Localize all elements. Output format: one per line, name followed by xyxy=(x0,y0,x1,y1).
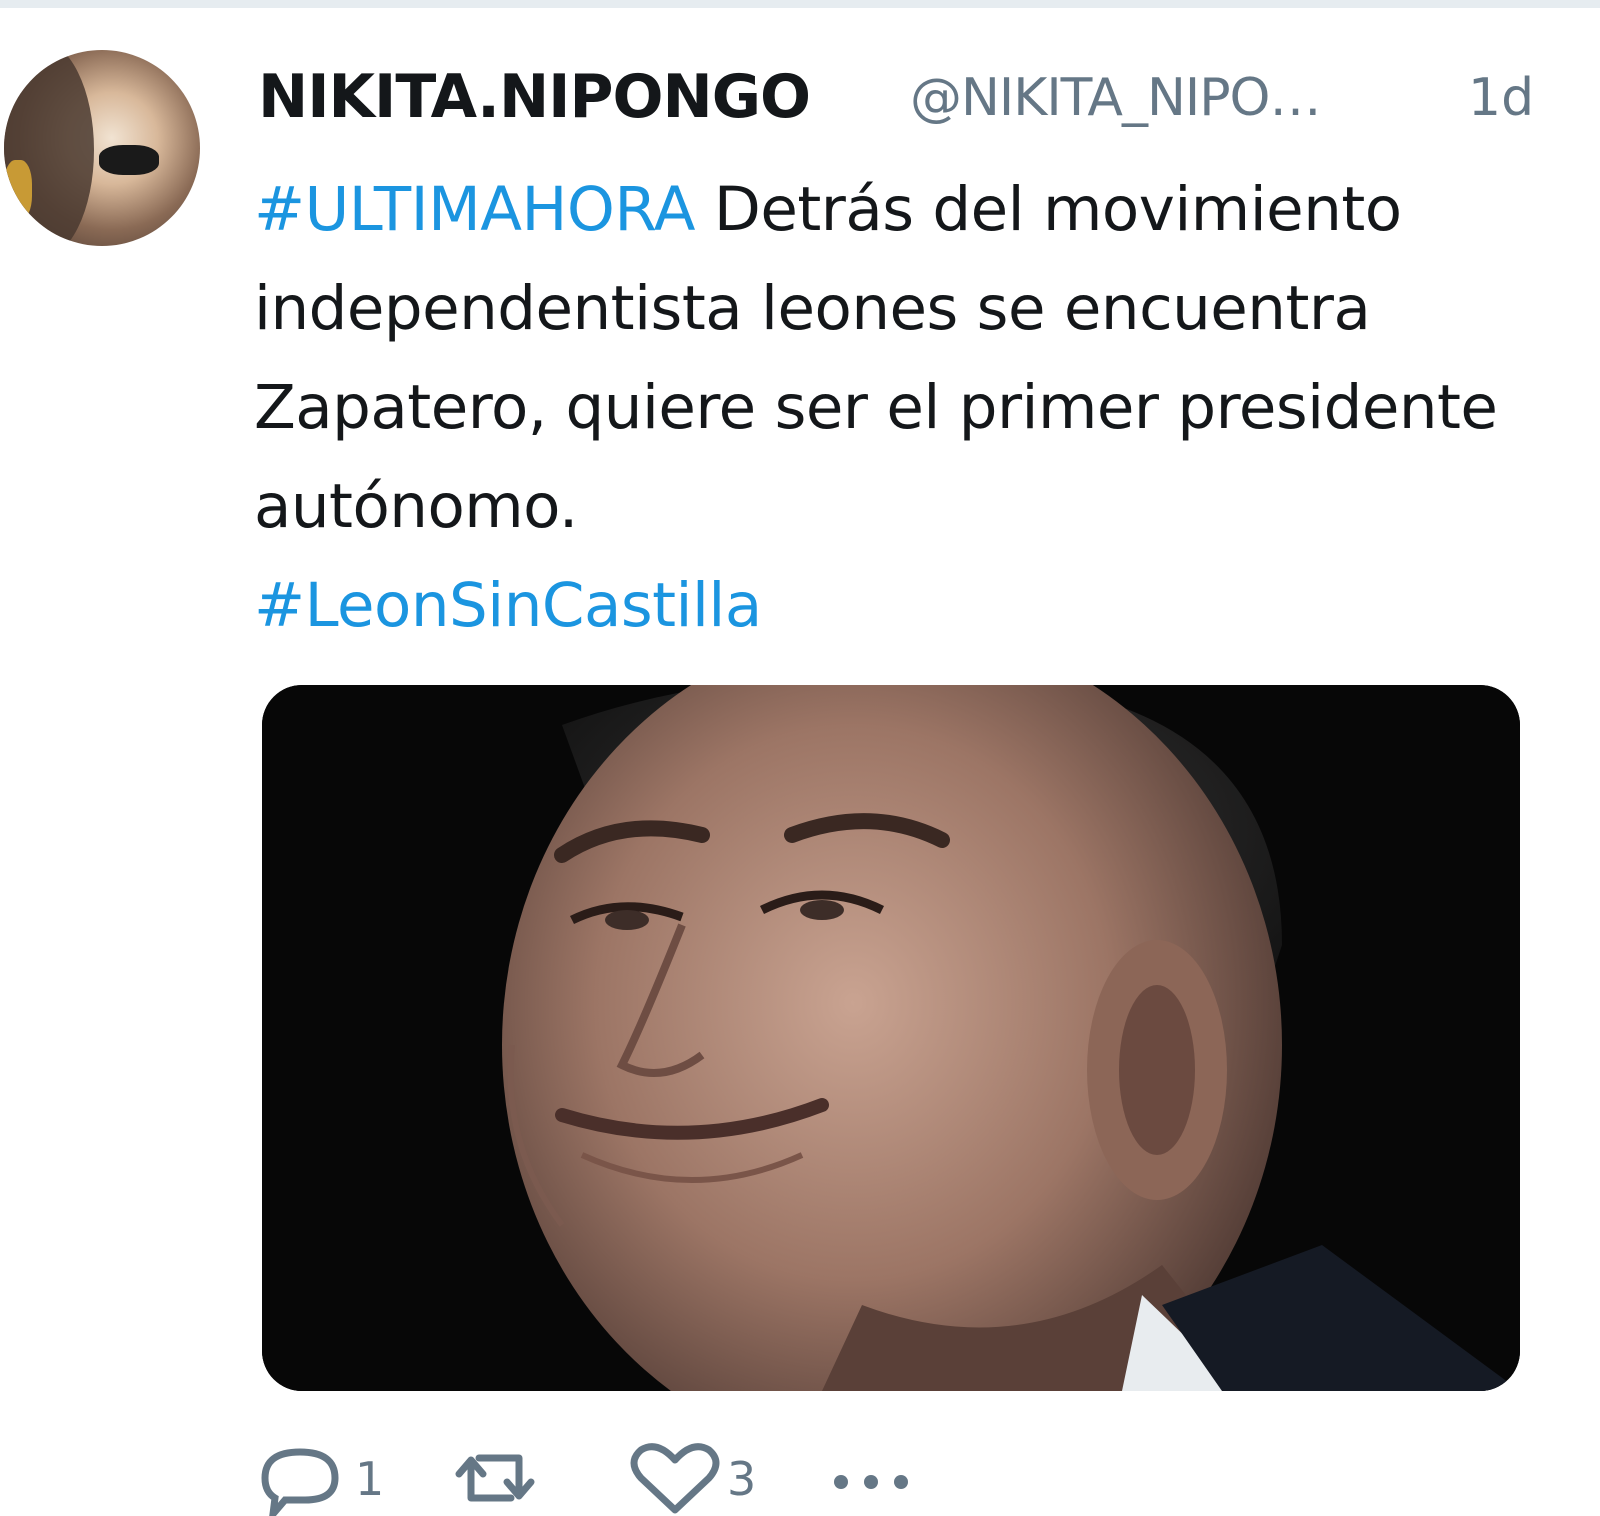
reply-button[interactable]: 1 xyxy=(255,1438,425,1516)
avatar-accent xyxy=(4,160,32,220)
tweet-header: NIKITA.NIPONGO @NIKITA_NIPO… 1d xyxy=(258,62,1558,142)
hashtag-leonsincastilla[interactable]: #LeonSinCastilla xyxy=(254,570,762,641)
more-icon xyxy=(834,1475,908,1489)
like-button[interactable]: 3 xyxy=(627,1438,797,1516)
retweet-button[interactable] xyxy=(445,1438,615,1516)
photo-illustration xyxy=(262,685,1520,1391)
retweet-icon xyxy=(455,1454,535,1502)
top-divider xyxy=(0,0,1600,8)
heart-icon xyxy=(630,1443,720,1514)
avatar-glasses xyxy=(99,145,159,175)
timestamp[interactable]: 1d xyxy=(1468,68,1534,128)
user-handle[interactable]: @NIKITA_NIPO… xyxy=(910,68,1321,128)
tweet-actions: 1 3 xyxy=(255,1438,1155,1516)
tweet-media-photo[interactable] xyxy=(262,685,1520,1391)
avatar[interactable] xyxy=(4,50,200,246)
reply-count: 1 xyxy=(355,1452,385,1506)
tweet-text: #ULTIMAHORA Detrás del movimiento indepe… xyxy=(254,160,1534,655)
more-button[interactable] xyxy=(821,1438,941,1516)
like-count: 3 xyxy=(727,1452,757,1506)
display-name[interactable]: NIKITA.NIPONGO xyxy=(258,62,811,132)
hashtag-ultimahora[interactable]: #ULTIMAHORA xyxy=(254,174,695,245)
reply-icon xyxy=(261,1448,339,1516)
